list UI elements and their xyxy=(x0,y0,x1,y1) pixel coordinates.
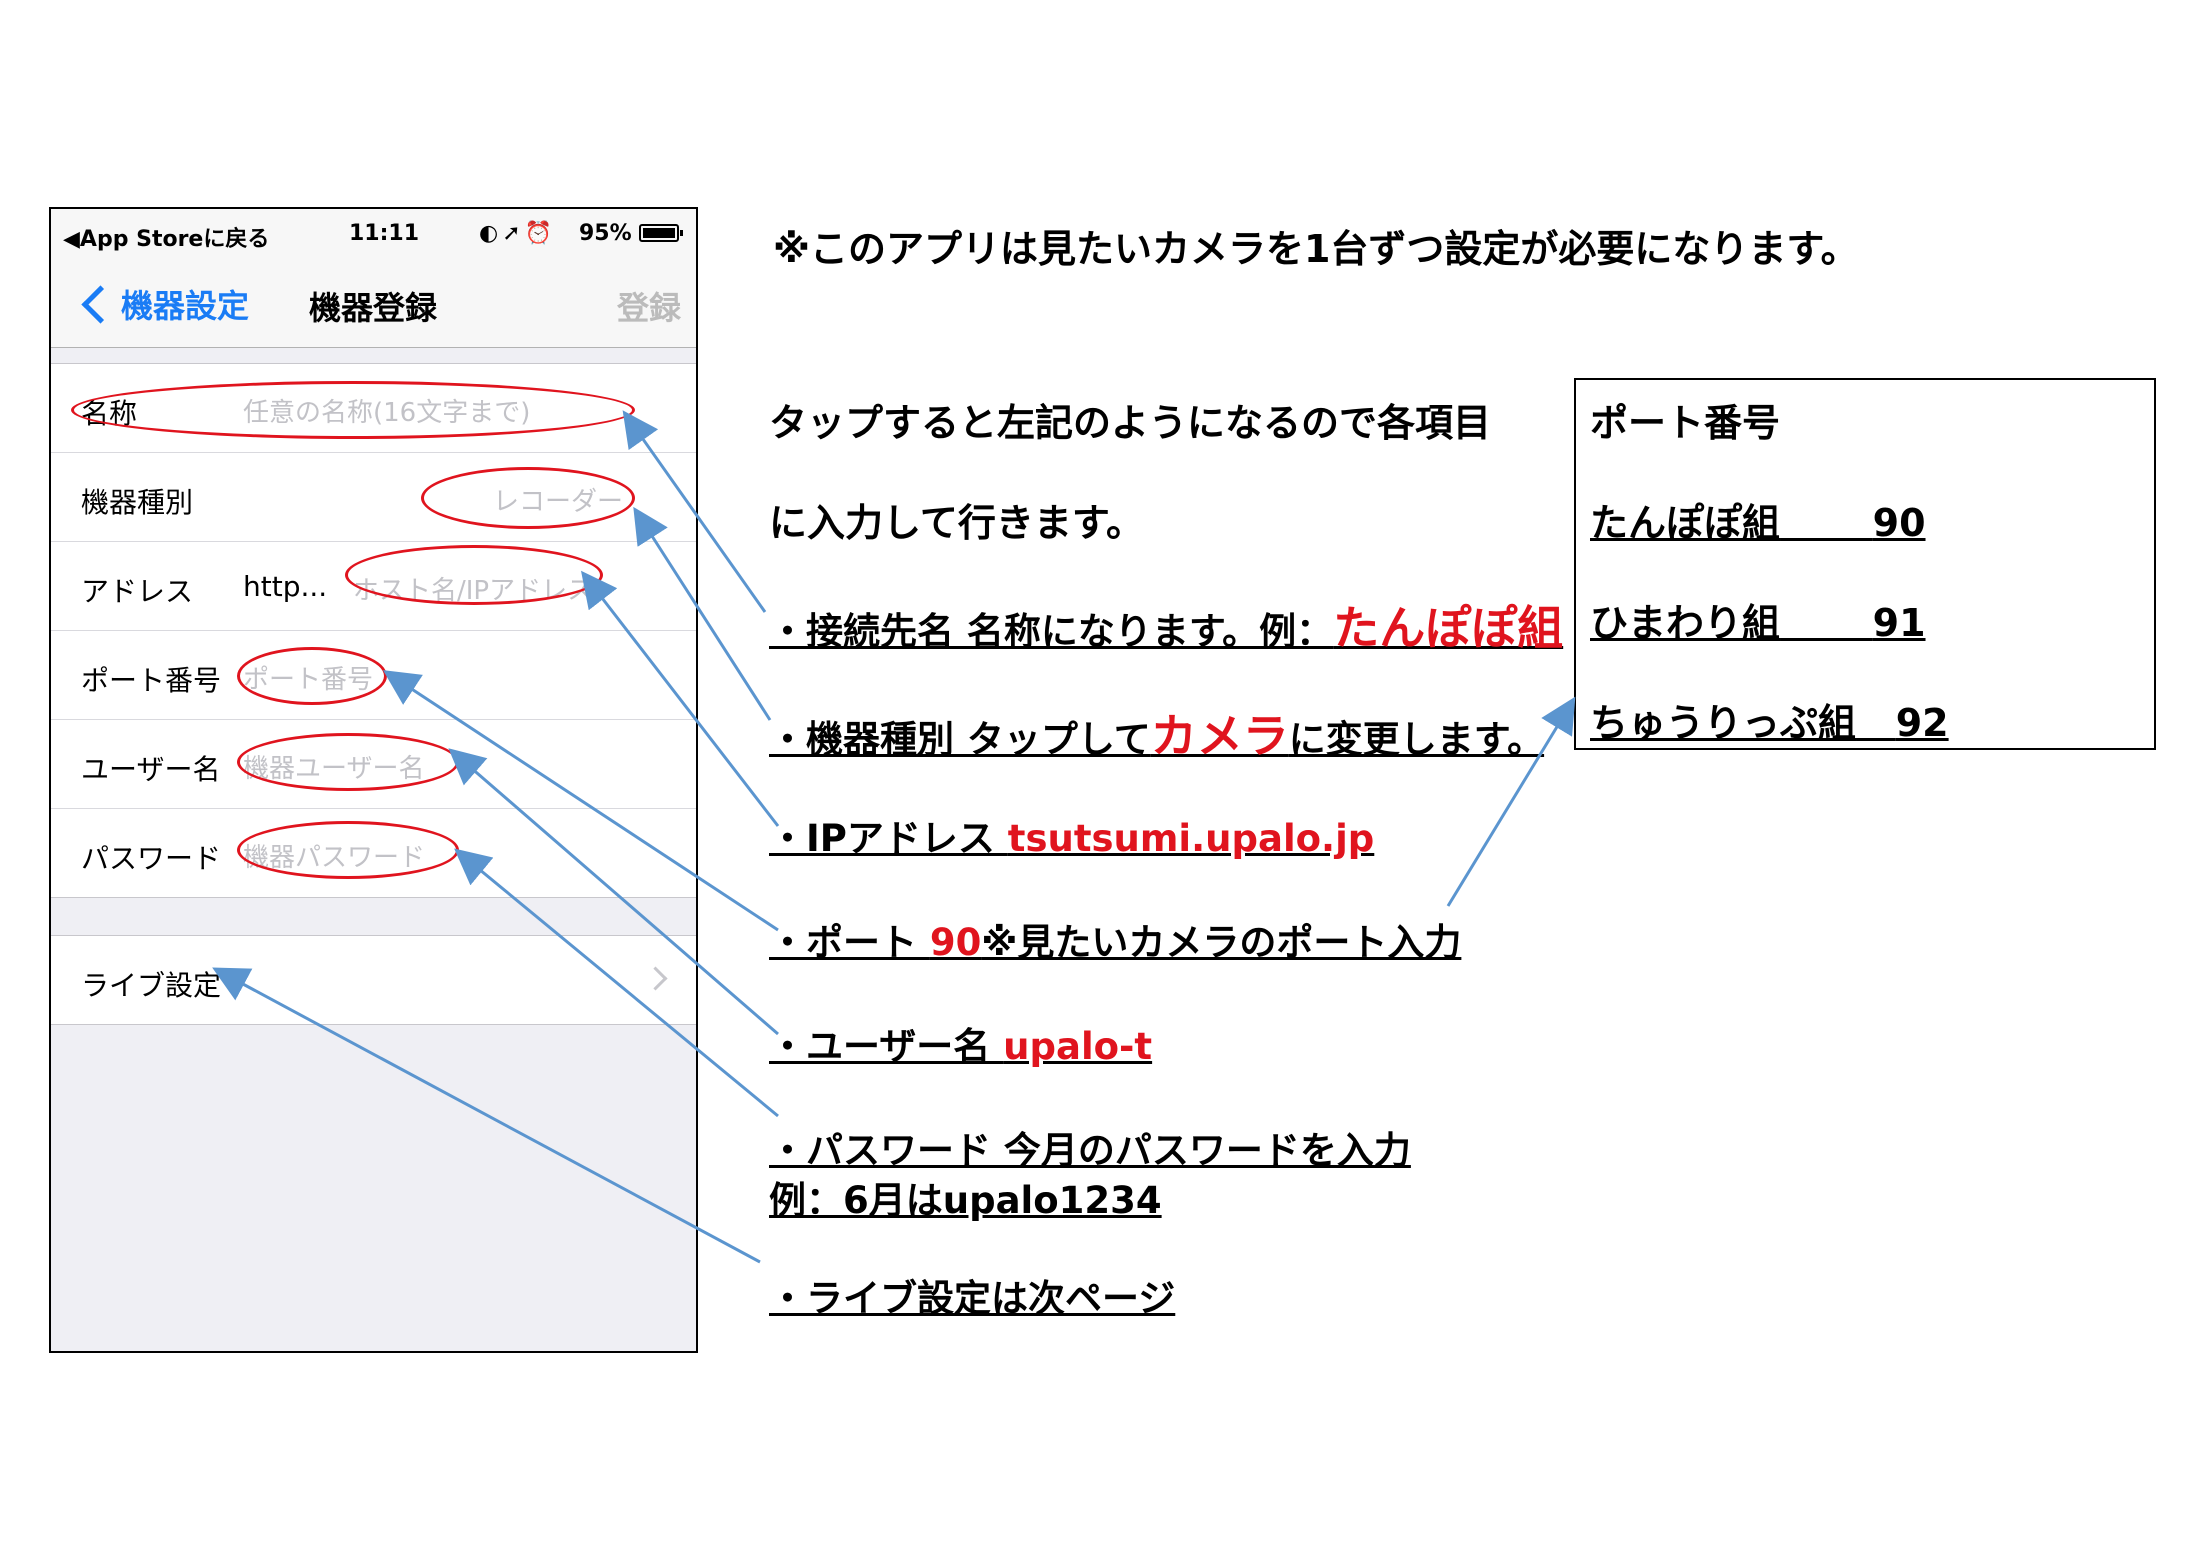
arrow-device-type xyxy=(633,506,772,721)
annotation-arrows xyxy=(212,410,1576,1264)
arrow-port xyxy=(382,670,779,932)
arrow-live-setting xyxy=(212,967,761,1264)
arrow-username xyxy=(448,748,779,1036)
arrow-ip-address xyxy=(581,570,780,827)
arrow-port-box xyxy=(1446,696,1576,907)
arrow-name xyxy=(622,410,767,613)
